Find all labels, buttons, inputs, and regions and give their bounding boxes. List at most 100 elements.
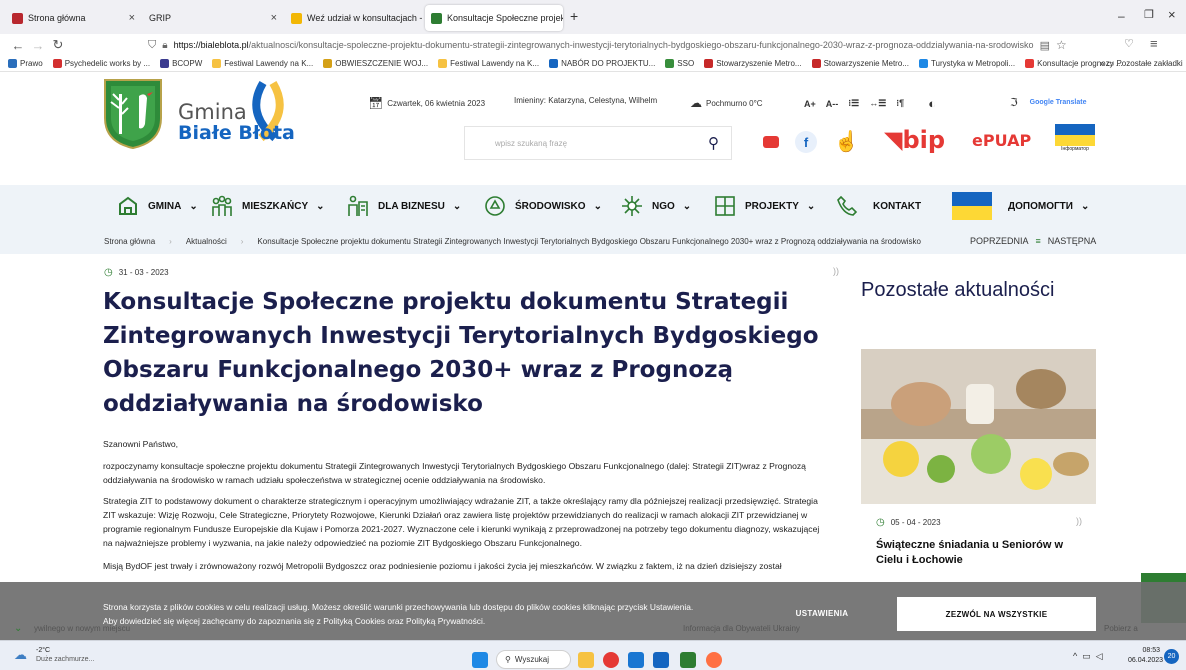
ticker-item[interactable]: Informacja dla Obywateli Ukrainy — [683, 624, 800, 633]
bookmark-item[interactable]: Stowarzyszenie Metro... — [704, 59, 802, 68]
bookmark-item[interactable]: SSO — [665, 59, 694, 68]
sidebar-heading: Pozostałe aktualności — [861, 279, 1055, 301]
chrome-icon[interactable] — [603, 652, 619, 668]
outlook-icon[interactable] — [628, 652, 644, 668]
line-height-icon[interactable]: ⁝☰ — [848, 98, 859, 109]
font-decrease-button[interactable]: A-- — [826, 99, 839, 109]
other-bookmarks[interactable]: » ▭ Pozostałe zakładki — [1100, 59, 1183, 68]
chevron-right-icon: › — [169, 237, 172, 246]
tab-wez-udzial[interactable]: Weź udział w konsultacjach - AI × — [285, 5, 423, 31]
contrast-icon[interactable]: ◐ — [928, 96, 936, 111]
bookmark-favicon-icon — [438, 59, 448, 68]
menu-item-dla-biznesu[interactable]: DLA BIZNESU ⌄ — [346, 190, 461, 222]
bookmark-item[interactable]: Festiwal Lawendy na K... — [212, 59, 313, 68]
coat-of-arms-icon[interactable] — [103, 78, 163, 150]
taskbar-weather[interactable]: -2°C Duże zachmurze... — [36, 646, 94, 664]
reload-icon[interactable]: ↻ — [48, 37, 68, 53]
site-logo-line1[interactable]: Gmina — [178, 100, 247, 124]
new-tab-button[interactable]: + — [570, 8, 578, 24]
bookmark-item[interactable]: Stowarzyszenie Metro... — [811, 59, 909, 68]
tab-grip[interactable]: GRIP × — [143, 5, 283, 31]
ukraine-informator-icon[interactable]: Інформатор — [1055, 124, 1095, 154]
chevron-down-icon[interactable]: ⌄ — [14, 623, 22, 634]
ticker-item[interactable]: Pobierz a — [1104, 624, 1138, 633]
font-increase-button[interactable]: A+ — [804, 99, 816, 109]
ticker-item[interactable]: ywilnego w nowym miejscu — [34, 624, 130, 633]
sign-language-icon[interactable]: ☝ — [834, 129, 870, 153]
sidebar-item-title[interactable]: Świąteczne śniadania u Seniorów w Cielu … — [876, 538, 1086, 568]
tab-close-icon[interactable]: × — [129, 12, 135, 24]
menu-item-gmina[interactable]: GMINA ⌄ — [116, 190, 198, 222]
bookmark-item[interactable]: Prawo — [8, 59, 43, 68]
chevron-up-icon[interactable]: ^ — [1073, 651, 1082, 661]
chevron-down-icon: ⌄ — [682, 200, 692, 212]
bookmark-item[interactable]: NABÓR DO PROJEKTU... — [549, 59, 655, 68]
forward-icon[interactable]: → — [28, 38, 48, 53]
firefox-icon[interactable] — [706, 652, 722, 668]
list-icon[interactable]: ≡ — [1036, 236, 1041, 246]
sidebar-item-date-text: 05 - 04 - 2023 — [890, 518, 941, 527]
bookmark-item[interactable]: OBWIESZCZENIE WOJ... — [323, 59, 428, 68]
breadcrumb-item[interactable]: Strona główna — [104, 237, 155, 246]
news-thumbnail-image[interactable] — [861, 349, 1096, 504]
system-tray[interactable]: ^▭◁ — [1073, 651, 1108, 662]
tab-konsultacje[interactable]: Konsultacje Społeczne projektu × — [425, 5, 563, 31]
weather-icon[interactable]: ☁︎ — [14, 647, 27, 663]
menu-item-projekty[interactable]: PROJEKTY ⌄ — [713, 190, 815, 222]
tab-strona-glowna[interactable]: Strona główna × — [6, 5, 141, 31]
clock[interactable]: 08:53 06.04.2023 — [1128, 646, 1163, 666]
paragraph-icon[interactable]: ⁝¶ — [896, 98, 904, 109]
taskbar-search[interactable]: ⚲ Wyszukaj — [496, 650, 571, 669]
menu-icon[interactable]: ≡ — [1150, 36, 1158, 51]
speaker-icon[interactable]: ◁ — [1096, 651, 1108, 661]
bookmark-item[interactable]: BCOPW — [160, 59, 202, 68]
previous-link[interactable]: POPRZEDNIA — [970, 236, 1029, 246]
windows-start-icon[interactable] — [472, 652, 488, 668]
network-icon[interactable]: ▭ — [1082, 651, 1096, 661]
back-icon[interactable]: ← — [8, 38, 28, 53]
bip-logo[interactable]: ◥bip — [884, 126, 945, 154]
url-bar[interactable]: ⛉ 🔒︎ https://bialeblota.pl/aktualnosci/k… — [148, 35, 1078, 55]
other-bookmarks-label: Pozostałe zakładki — [1116, 59, 1183, 68]
rss-icon[interactable]: )) — [833, 266, 839, 276]
url-host: https://bialeblota.pl — [173, 40, 249, 50]
notification-badge[interactable]: 20 — [1164, 649, 1179, 664]
word-icon[interactable] — [653, 652, 669, 668]
search-icon[interactable]: ⚲ — [708, 134, 719, 152]
epuap-logo[interactable]: ePUAP — [972, 131, 1031, 150]
bookmark-favicon-icon — [704, 59, 714, 68]
tab-close-icon[interactable]: × — [271, 12, 277, 24]
window-close-icon[interactable]: × — [1168, 7, 1176, 22]
search-input[interactable]: wpisz szukaną frazę — [464, 126, 732, 160]
google-translate-button[interactable]: ℑ Google Translate — [1010, 96, 1086, 109]
youtube-icon[interactable] — [763, 136, 779, 148]
bookmark-favicon-icon — [811, 59, 821, 68]
minimize-icon[interactable]: – — [1118, 9, 1125, 23]
excel-icon[interactable] — [680, 652, 696, 668]
menu-item-kontakt[interactable]: KONTAKT — [835, 190, 921, 222]
bookmark-star-icon[interactable]: ☆ — [1056, 38, 1067, 52]
facebook-icon[interactable]: f — [795, 131, 817, 153]
letter-spacing-icon[interactable]: ↔☰ — [869, 98, 886, 109]
bookmark-label: BCOPW — [172, 59, 203, 68]
pocket-icon[interactable]: ♡ — [1124, 37, 1134, 50]
rss-icon[interactable]: )) — [1076, 516, 1082, 526]
menu-item-dopomogty[interactable]: ДОПОМОГТИ ⌄ — [952, 190, 1089, 222]
bookmark-item[interactable]: Psychedelic works by ... — [52, 59, 150, 68]
header-nameday: Imieniny: Katarzyna, Celestyna, Wilhelm — [514, 96, 657, 105]
next-link[interactable]: NASTĘPNA — [1048, 236, 1097, 246]
bookmark-item[interactable]: Festiwal Lawendy na K... — [438, 59, 539, 68]
bookmark-label: Stowarzyszenie Metro... — [823, 59, 909, 68]
menu-item-srodowisko[interactable]: ŚRODOWISKO ⌄ — [483, 190, 602, 222]
breadcrumb-item[interactable]: Aktualności — [186, 237, 227, 246]
site-logo-line2[interactable]: Białe Błota — [178, 122, 295, 144]
file-explorer-icon[interactable] — [578, 652, 594, 668]
maximize-icon[interactable]: ❐ — [1144, 8, 1154, 21]
menu-item-mieszkancy[interactable]: MIESZKAŃCY ⌄ — [210, 190, 325, 222]
bookmark-label: Prawo — [20, 59, 43, 68]
bookmark-item[interactable]: Turystyka w Metropoli... — [918, 59, 1015, 68]
reader-view-icon[interactable]: ▤ — [1040, 39, 1050, 52]
shield-icon[interactable]: ⛉ — [148, 39, 156, 52]
menu-item-ngo[interactable]: NGO ⌄ — [620, 190, 691, 222]
lock-icon[interactable]: 🔒︎ — [162, 40, 167, 51]
